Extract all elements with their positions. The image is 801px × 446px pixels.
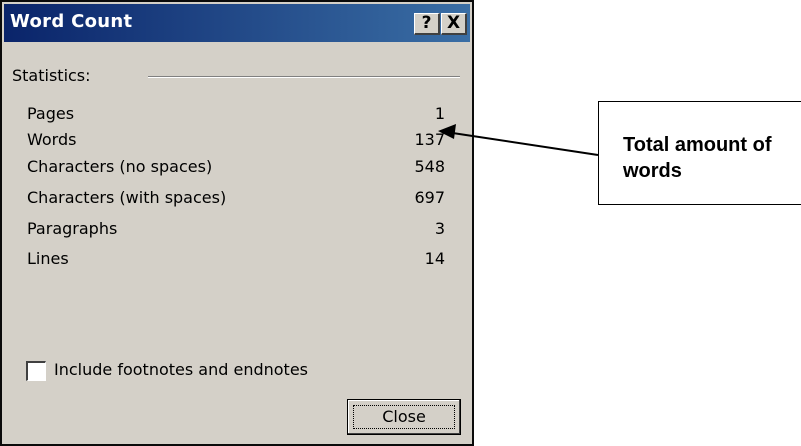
callout-arrowhead	[438, 124, 456, 139]
callout-arrow	[438, 124, 599, 156]
callout-arrow-line	[445, 131, 599, 156]
